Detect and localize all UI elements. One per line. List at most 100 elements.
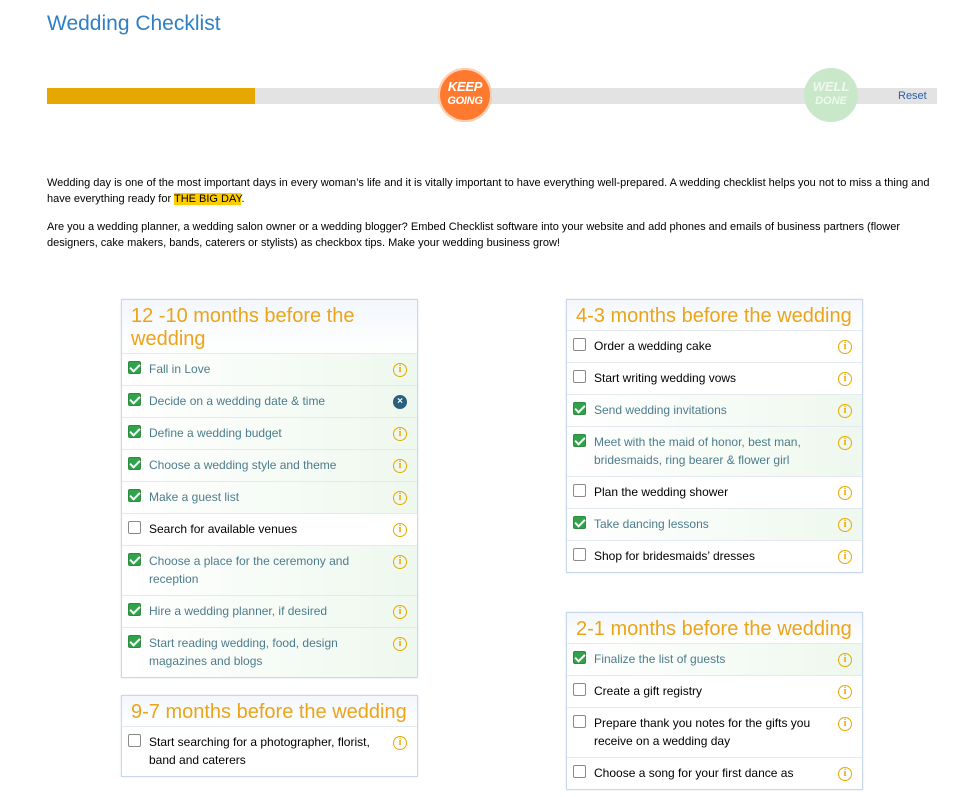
checklist-item-label: Plan the wedding shower (594, 485, 729, 499)
checkbox-checked[interactable] (128, 457, 141, 470)
checklist-item[interactable]: Start writing wedding vows i (567, 362, 862, 394)
checkbox-checked[interactable] (573, 434, 586, 447)
reset-link[interactable]: Reset (898, 90, 927, 102)
checklist-item-label: Search for available venues (149, 522, 298, 536)
checklist-item[interactable]: Choose a place for the ceremony and rece… (122, 545, 417, 595)
info-icon[interactable]: i (838, 653, 852, 667)
info-icon[interactable]: i (838, 340, 852, 354)
info-icon[interactable]: i (393, 637, 407, 651)
info-icon[interactable]: i (838, 486, 852, 500)
checklist-item[interactable]: Prepare thank you notes for the gifts yo… (567, 707, 862, 757)
checkbox-checked[interactable] (573, 516, 586, 529)
keep-going-line1: KEEP (447, 79, 483, 94)
checklist-item[interactable]: Fall in Love i (122, 353, 417, 385)
checkbox-checked[interactable] (128, 489, 141, 502)
checkbox[interactable] (128, 734, 141, 747)
checklist-item-label: Start writing wedding vows (594, 371, 737, 385)
checklist-card: 4-3 months before the wedding Order a wed… (566, 299, 863, 573)
checkbox-checked[interactable] (128, 553, 141, 566)
info-icon[interactable]: i (393, 427, 407, 441)
info-icon[interactable]: i (393, 736, 407, 750)
info-icon[interactable]: i (838, 372, 852, 386)
checklist-item-label: Meet with the maid of honor, best man, b… (594, 435, 801, 467)
info-icon[interactable]: i (393, 459, 407, 473)
checklist-card: 9-7 months before the wedding Start searc… (121, 695, 418, 777)
checklist-item[interactable]: Take dancing lessons i (567, 508, 862, 540)
checklist-item-label: Choose a place for the ceremony and rece… (149, 554, 350, 586)
page-title: Wedding Checklist (47, 12, 221, 35)
checklist-card: 12 -10 months before the wedding Fall in … (121, 299, 418, 678)
checklist-item-label: Finalize the list of guests (594, 652, 726, 666)
checkbox[interactable] (573, 370, 586, 383)
checklist-item[interactable]: Choose a wedding style and theme i (122, 449, 417, 481)
checklist-item[interactable]: Plan the wedding shower i (567, 476, 862, 508)
well-done-line2: DONE (815, 95, 847, 107)
checkbox-checked[interactable] (573, 402, 586, 415)
checklist-item[interactable]: Start reading wedding, food, design maga… (122, 627, 417, 677)
checklist-item-label: Order a wedding cake (594, 339, 712, 353)
checklist-item-label: Define a wedding budget (149, 426, 282, 440)
keep-going-line2: GOING (447, 95, 483, 107)
info-icon[interactable]: i (393, 555, 407, 569)
checkbox-checked[interactable] (128, 603, 141, 616)
info-icon[interactable]: i (838, 550, 852, 564)
progress-fill (47, 88, 256, 104)
info-icon[interactable]: i (838, 767, 852, 781)
card-heading: 12 -10 months before the wedding (122, 300, 417, 353)
info-icon[interactable]: i (838, 685, 852, 699)
well-done-badge: WELL DONE (804, 68, 858, 122)
checklist-item[interactable]: Send wedding invitations i (567, 394, 862, 426)
card-heading: 4-3 months before the wedding (567, 300, 862, 330)
checklist-item-label: Take dancing lessons (594, 517, 709, 531)
checklist-item[interactable]: Choose a song for your first dance as i (567, 757, 862, 789)
close-circle-icon[interactable]: × (393, 395, 407, 409)
checkbox-checked[interactable] (573, 651, 586, 664)
checkbox[interactable] (128, 521, 141, 534)
info-icon[interactable]: i (393, 523, 407, 537)
checklist-item[interactable]: Decide on a wedding date & time × (122, 385, 417, 417)
intro-period: . (241, 193, 245, 205)
checkbox[interactable] (573, 683, 586, 696)
info-icon[interactable]: i (838, 717, 852, 731)
info-icon[interactable]: i (393, 363, 407, 377)
checklist-item[interactable]: Meet with the maid of honor, best man, b… (567, 426, 862, 476)
checklist-item[interactable]: Search for available venues i (122, 513, 417, 545)
checkbox-checked[interactable] (128, 361, 141, 374)
checklist-item-label: Choose a wedding style and theme (149, 458, 337, 472)
checkbox-checked[interactable] (128, 425, 141, 438)
checklist-item[interactable]: Finalize the list of guests i (567, 643, 862, 675)
checklist-item[interactable]: Shop for bridesmaids’ dresses i (567, 540, 862, 572)
checklist-item-label: Make a guest list (149, 490, 240, 504)
checklist-item[interactable]: Order a wedding cake i (567, 330, 862, 362)
checklist-item[interactable]: Define a wedding budget i (122, 417, 417, 449)
checklist-item-label: Create a gift registry (594, 684, 703, 698)
checklist-item-label: Hire a wedding planner, if desired (149, 604, 328, 618)
checkbox-checked[interactable] (128, 635, 141, 648)
checkbox-checked[interactable] (128, 393, 141, 406)
big-day-highlight: THE BIG DAY (173, 193, 242, 205)
checklist-item-label: Choose a song for your first dance as (594, 766, 794, 780)
checkbox[interactable] (573, 715, 586, 728)
card-heading: 2-1 months before the wedding (567, 613, 862, 643)
checkbox[interactable] (573, 484, 586, 497)
checklist-item-label: Fall in Love (149, 362, 211, 376)
keep-going-badge: KEEP GOING (438, 68, 492, 122)
well-done-line1: WELL (812, 79, 850, 94)
checkbox[interactable] (573, 765, 586, 778)
checklist-item[interactable]: Create a gift registry i (567, 675, 862, 707)
checkbox[interactable] (573, 548, 586, 561)
info-icon[interactable]: i (393, 605, 407, 619)
checkbox[interactable] (573, 338, 586, 351)
intro-paragraph-1: Wedding day is one of the most important… (47, 175, 940, 207)
checklist-item[interactable]: Hire a wedding planner, if desired i (122, 595, 417, 627)
info-icon[interactable]: i (838, 436, 852, 450)
intro-text-2: Are you a wedding planner, a wedding sal… (47, 221, 901, 249)
checklist-item[interactable]: Start searching for a photographer, flor… (122, 726, 417, 776)
checklist-item-label: Start searching for a photographer, flor… (149, 735, 370, 767)
checklist-item[interactable]: Make a guest list i (122, 481, 417, 513)
card-heading: 9-7 months before the wedding (122, 696, 417, 726)
checklist-item-label: Start reading wedding, food, design maga… (149, 636, 338, 668)
info-icon[interactable]: i (838, 518, 852, 532)
info-icon[interactable]: i (393, 491, 407, 505)
info-icon[interactable]: i (838, 404, 852, 418)
